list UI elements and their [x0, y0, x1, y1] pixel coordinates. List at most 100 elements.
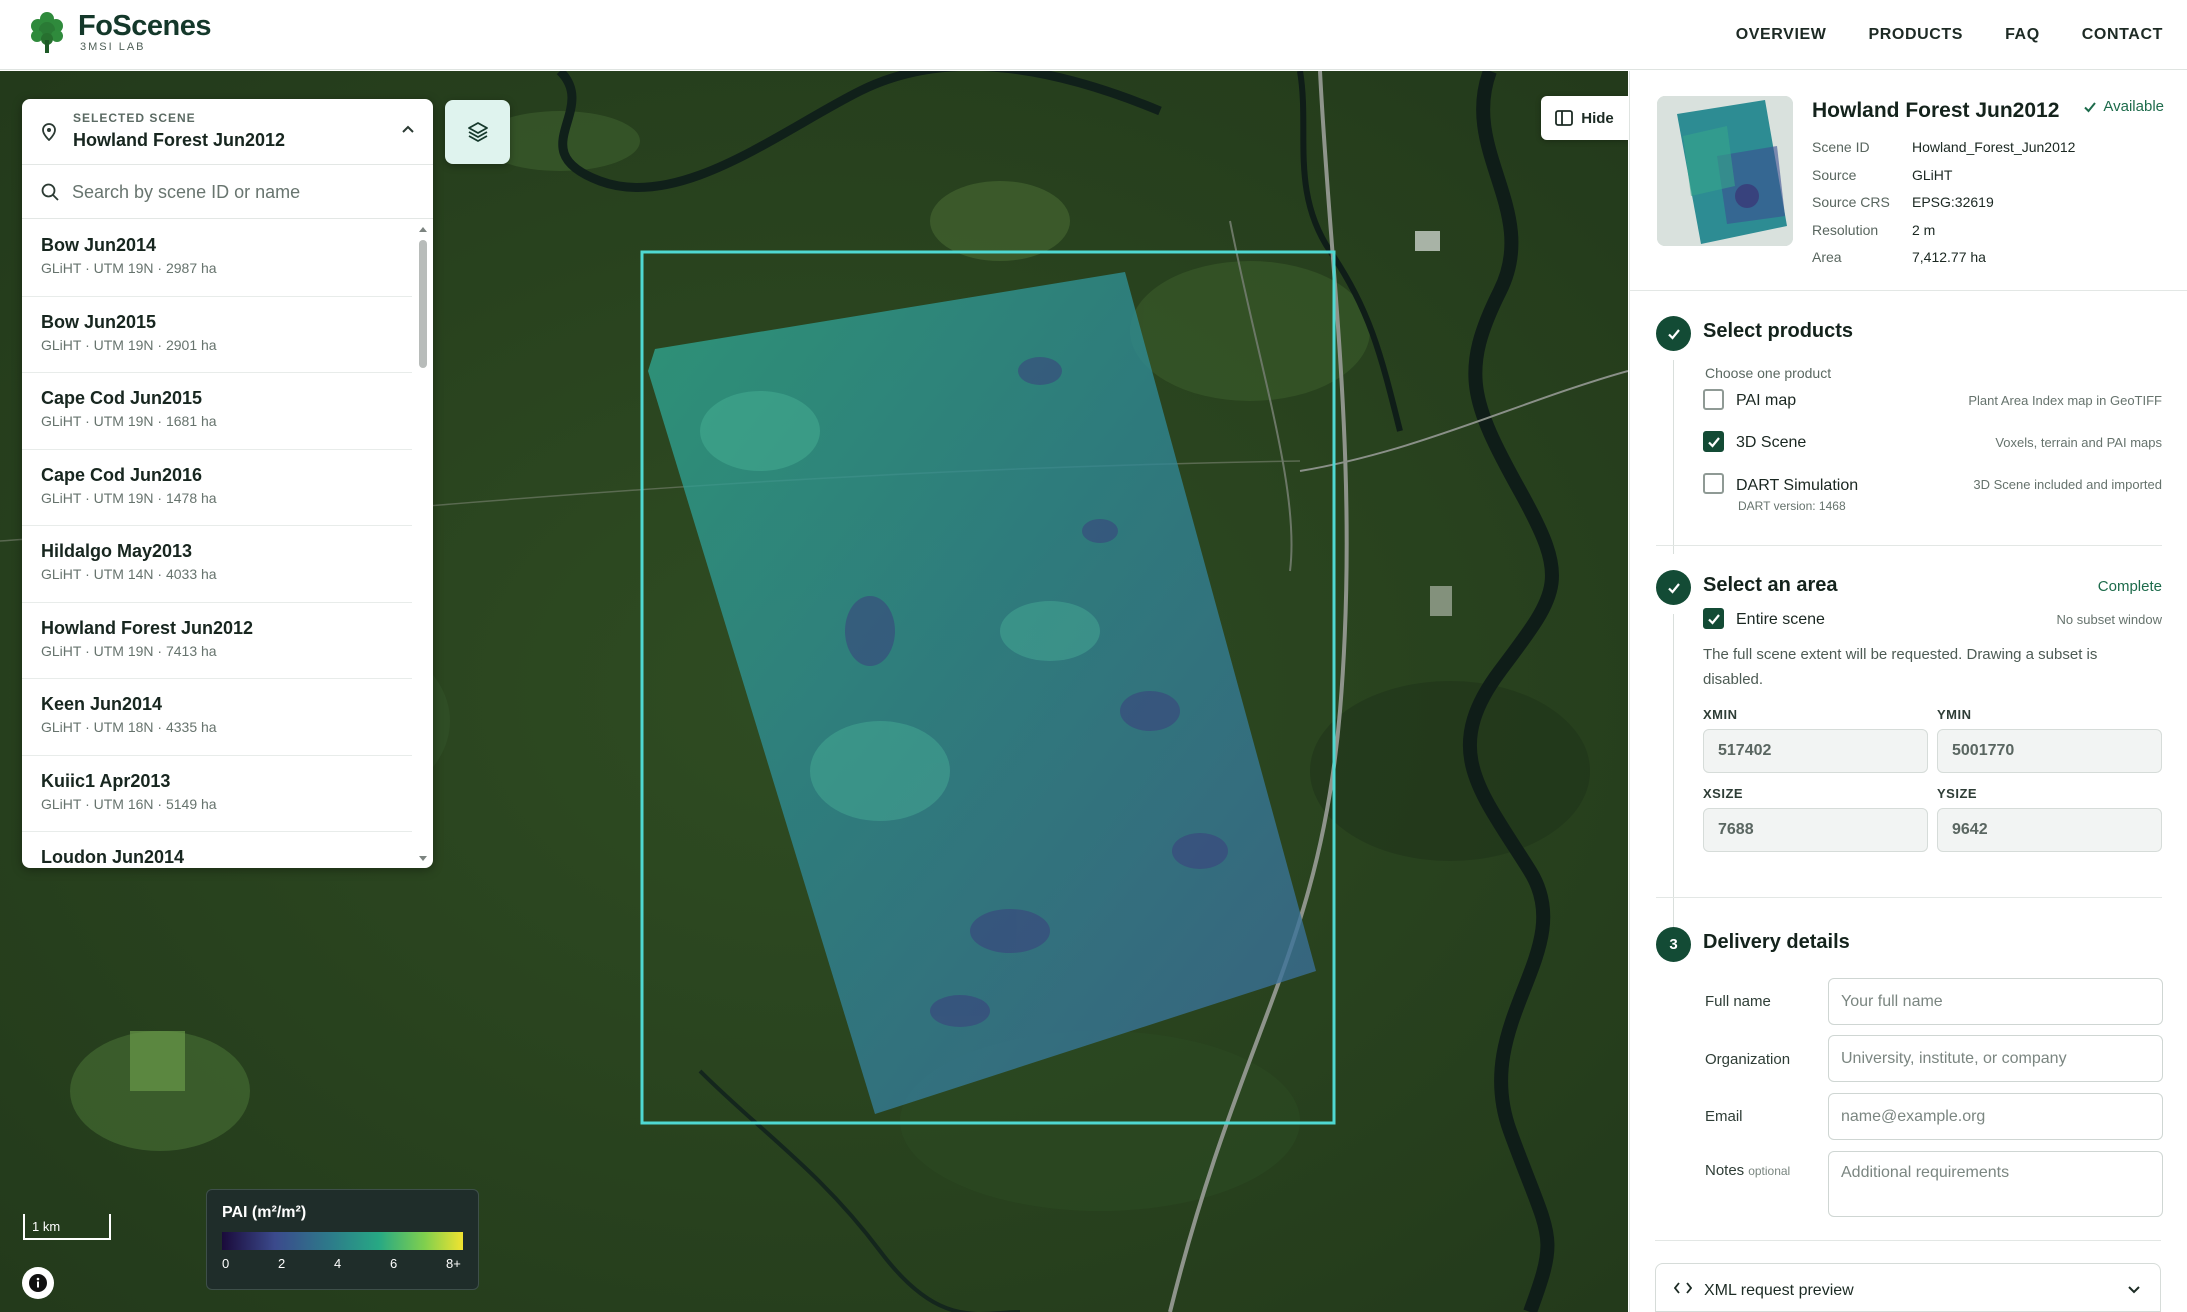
scene-search-input[interactable]: [72, 175, 412, 209]
check-icon: [1667, 582, 1680, 594]
entire-scene-label: Entire scene: [1736, 611, 1825, 628]
meta-row: Scene ID Howland_Forest_Jun2012: [1812, 139, 2075, 167]
selected-scene-value: Howland Forest Jun2012: [73, 130, 286, 150]
organization-input[interactable]: [1828, 1035, 2163, 1082]
check-icon: [1667, 328, 1680, 340]
meta-value: 2 m: [1912, 221, 1936, 238]
dart-simulation-checkbox[interactable]: [1703, 473, 1724, 494]
email-input[interactable]: [1828, 1093, 2163, 1140]
chevron-up-icon[interactable]: [399, 121, 417, 139]
nav-overview[interactable]: OVERVIEW: [1736, 26, 1827, 44]
meta-row: Source CRS EPSG:32619: [1812, 194, 2075, 222]
scene-picker-header[interactable]: SELECTED SCENE Howland Forest Jun2012: [22, 99, 433, 165]
layers-button[interactable]: [445, 100, 510, 164]
entire-scene-checkbox[interactable]: [1703, 608, 1724, 629]
organization-label: Organization: [1705, 1051, 1791, 1068]
scene-item-name: Loudon Jun2014: [41, 847, 185, 867]
selected-scene-label: SELECTED SCENE: [73, 111, 196, 125]
scene-item-meta: GLiHT · UTM 19N · 1478 ha: [41, 489, 217, 506]
notes-label-text: Notes: [1705, 1162, 1745, 1179]
info-icon: [29, 1274, 47, 1292]
scene-item-loudon-jun2014[interactable]: Loudon Jun2014: [22, 832, 412, 868]
nav-faq[interactable]: FAQ: [2005, 26, 2040, 44]
area-title: Select an area: [1703, 574, 1838, 596]
scene-item-bow-jun2014[interactable]: Bow Jun2014 GLiHT · UTM 19N · 2987 ha: [22, 220, 412, 297]
scroll-up-icon[interactable]: [413, 222, 433, 236]
tree-logo-icon: [31, 12, 63, 53]
ysize-label: YSIZE: [1937, 786, 1978, 801]
pai-map-desc: Plant Area Index map in GeoTIFF: [1968, 393, 2162, 408]
step-products-done: [1656, 316, 1691, 351]
full-name-input[interactable]: [1828, 978, 2163, 1025]
scene-item-name: Keen Jun2014: [41, 694, 163, 714]
delivery-title: Delivery details: [1703, 931, 1850, 953]
divider: [1656, 897, 2162, 898]
scene-item-bow-jun2015[interactable]: Bow Jun2015 GLiHT · UTM 19N · 2901 ha: [22, 297, 412, 373]
meta-row: Area 7,412.77 ha: [1812, 249, 2075, 277]
area-section: Select an area Complete Entire scene No …: [1656, 570, 2162, 970]
check-icon: [2084, 101, 2097, 112]
meta-value: 7,412.77 ha: [1912, 249, 1986, 266]
meta-value: Howland_Forest_Jun2012: [1912, 139, 2076, 155]
notes-input[interactable]: [1828, 1151, 2163, 1217]
nav-products[interactable]: PRODUCTS: [1868, 26, 1963, 44]
search-icon: [41, 183, 59, 201]
scene-item-cape-cod-jun2016[interactable]: Cape Cod Jun2016 GLiHT · UTM 19N · 1478 …: [22, 450, 412, 526]
scene-summary: Howland Forest Jun2012 Available Scene I…: [1630, 71, 2187, 291]
meta-value: EPSG:32619: [1912, 194, 1994, 211]
notes-optional: optional: [1748, 1164, 1791, 1178]
ysize-field: 9642: [1937, 808, 2162, 852]
attribution-button[interactable]: [22, 1267, 54, 1299]
xmin-field: 517402: [1703, 729, 1928, 773]
map-view[interactable]: SELECTED SCENE Howland Forest Jun2012 Bo…: [0, 71, 1628, 1312]
pai-map-label: PAI map: [1736, 392, 1797, 409]
area-note: The full scene extent will be requested.…: [1703, 646, 2098, 688]
step-delivery: 3: [1656, 927, 1691, 962]
products-hint: Choose one product: [1705, 365, 1832, 381]
availability-badge: Available: [2083, 98, 2164, 115]
scroll-down-icon[interactable]: [413, 852, 433, 866]
hide-label: Hide: [1581, 109, 1614, 127]
dart-version: DART version: 1468: [1738, 499, 1846, 513]
scene-item-meta: GLiHT · UTM 19N · 7413 ha: [41, 642, 217, 659]
scene-item-kuiic1-apr2013[interactable]: Kuiic1 Apr2013 GLiHT · UTM 16N · 5149 ha: [22, 756, 412, 832]
brand[interactable]: FoScenes 3MSI LAB: [28, 10, 212, 54]
section-rule: [1673, 360, 1674, 554]
scene-item-cape-cod-jun2015[interactable]: Cape Cod Jun2015 GLiHT · UTM 19N · 1681 …: [22, 373, 412, 450]
xsize-field: 7688: [1703, 808, 1928, 852]
meta-key: Area: [1812, 249, 1842, 266]
pai-map-checkbox[interactable]: [1703, 389, 1724, 410]
scene-item-howland-forest-jun2012[interactable]: Howland Forest Jun2012 GLiHT · UTM 19N ·…: [22, 603, 412, 679]
divider: [1655, 1240, 2161, 1241]
pai-legend: PAI (m²/m²) 0 2 4 6 8+: [206, 1189, 479, 1290]
xml-preview-toggle[interactable]: XML request preview: [1655, 1263, 2161, 1312]
scrollbar-thumb[interactable]: [419, 240, 427, 368]
scene-item-keen-jun2014[interactable]: Keen Jun2014 GLiHT · UTM 18N · 4335 ha: [22, 679, 412, 756]
area-status: Complete: [2097, 578, 2162, 595]
ymin-label: YMIN: [1937, 707, 1972, 722]
scene-item-hildalgo-may2013[interactable]: Hildalgo May2013 GLiHT · UTM 14N · 4033 …: [22, 526, 412, 603]
scene-list-scrollbar[interactable]: [413, 220, 433, 868]
hide-panel-button[interactable]: Hide: [1541, 96, 1628, 140]
meta-row: Resolution 2 m: [1812, 222, 2075, 250]
email-label: Email: [1705, 1108, 1743, 1125]
scene-search: [22, 165, 433, 219]
scene-title: Howland Forest Jun2012: [1812, 99, 2060, 122]
legend-tick: 4: [334, 1256, 342, 1271]
nav-contact[interactable]: CONTACT: [2082, 26, 2163, 44]
layers-icon: [467, 122, 488, 142]
legend-ticks: 0 2 4 6 8+: [222, 1256, 463, 1276]
scene-item-meta: GLiHT · UTM 19N · 2987 ha: [41, 260, 217, 276]
scene-item-meta: GLiHT · UTM 16N · 5149 ha: [41, 795, 217, 812]
scene-item-name: Howland Forest Jun2012: [41, 617, 254, 638]
3d-scene-checkbox[interactable]: [1703, 431, 1724, 452]
check-icon: [1707, 613, 1720, 625]
entire-scene-desc: No subset window: [2056, 612, 2163, 627]
availability-label: Available: [2103, 98, 2164, 115]
step-area-done: [1656, 570, 1691, 605]
sidebar-icon: [1555, 110, 1574, 126]
legend-colorbar: [222, 1232, 463, 1250]
xsize-label: XSIZE: [1703, 786, 1744, 801]
scale-label: 1 km: [32, 1219, 61, 1234]
xml-preview-label: XML request preview: [1704, 1282, 1854, 1299]
